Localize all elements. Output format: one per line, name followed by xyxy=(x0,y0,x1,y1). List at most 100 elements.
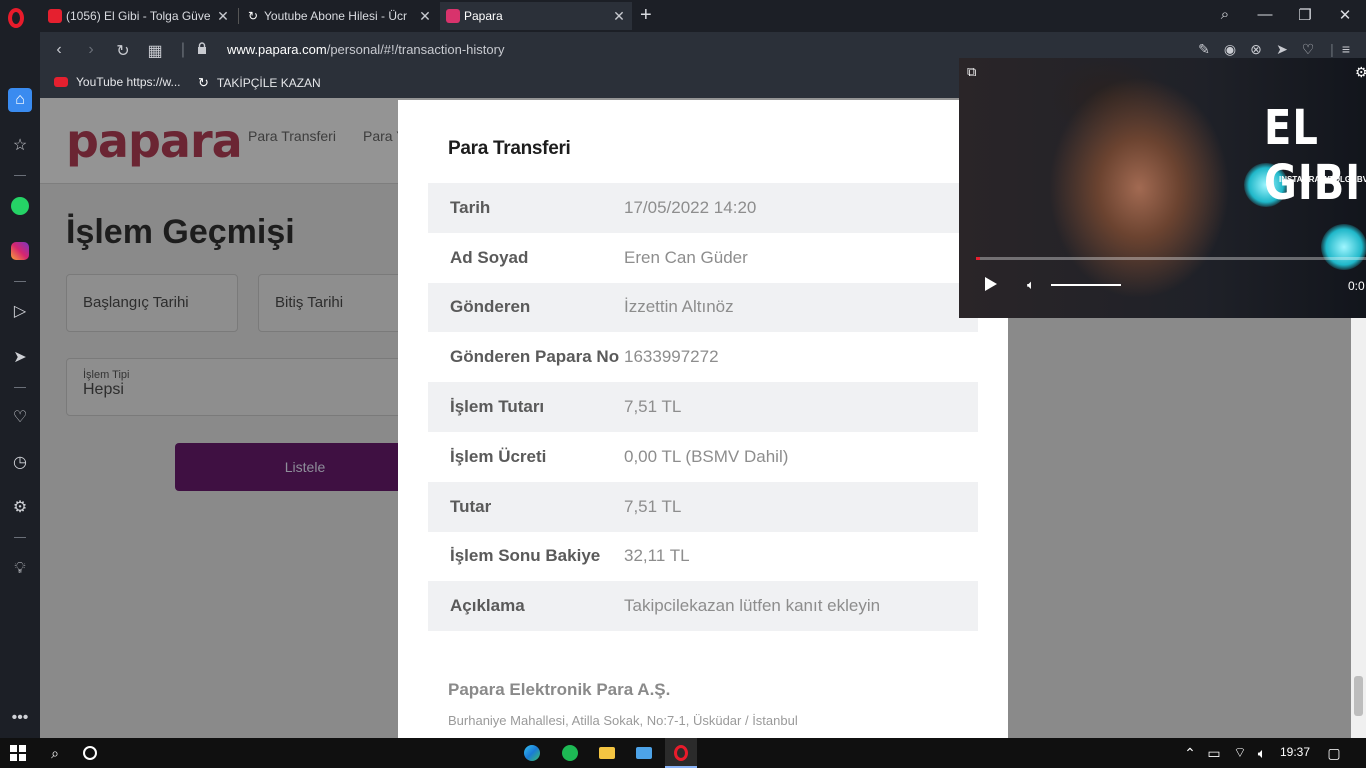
search-tabs-icon[interactable]: ⌕ xyxy=(1215,6,1235,23)
sidebar-divider xyxy=(14,175,26,176)
tab-label: Youtube Abone Hilesi - Ücr xyxy=(264,9,407,23)
battery-icon[interactable]: ▭ xyxy=(1204,743,1224,763)
row-label: Ad Soyad xyxy=(450,247,529,267)
forward-icon[interactable]: › xyxy=(82,41,100,59)
heart-icon[interactable]: ♡ xyxy=(8,405,32,429)
row-label: Gönderen Papara No xyxy=(450,347,620,367)
reload-icon[interactable]: ↻ xyxy=(114,41,132,61)
table-row: Ad Soyad Eren Can Güder xyxy=(428,233,978,283)
bookmark-youtube[interactable]: YouTube https://w... xyxy=(54,75,181,89)
bookmark-label: TAKİPÇİLE KAZAN xyxy=(216,76,321,90)
chevron-up-icon[interactable]: ⌃ xyxy=(1180,743,1200,763)
row-label: Gönderen xyxy=(450,297,531,317)
row-value: 7,51 TL xyxy=(624,496,682,516)
row-value: 7,51 TL xyxy=(624,397,682,417)
instagram-icon[interactable] xyxy=(8,239,32,263)
edge-icon[interactable] xyxy=(522,743,542,763)
wifi-icon[interactable]: ⌔ xyxy=(1230,743,1250,763)
papara-icon xyxy=(446,9,460,23)
cortana-icon[interactable] xyxy=(80,743,100,763)
listele-button[interactable]: Listele xyxy=(175,443,435,491)
close-tab-icon[interactable]: ✕ xyxy=(418,8,432,25)
end-date-placeholder: Bitiş Tarihi xyxy=(275,294,344,311)
easy-setup-icon[interactable]: ≡ xyxy=(1337,41,1355,57)
video-progress-fill xyxy=(976,257,980,260)
search-icon[interactable]: ⌕ xyxy=(45,743,65,763)
youtube-icon xyxy=(48,9,62,23)
windows-start-icon[interactable] xyxy=(8,743,28,763)
end-date-input[interactable]: Bitiş Tarihi xyxy=(258,274,418,332)
new-tab-button[interactable]: + xyxy=(640,4,652,27)
edit-icon[interactable]: ✎ xyxy=(1195,41,1213,58)
close-tab-icon[interactable]: ✕ xyxy=(216,8,230,25)
mail-icon[interactable] xyxy=(634,743,654,763)
scrollbar-thumb[interactable] xyxy=(1354,676,1363,716)
speaker-icon[interactable]: 🔈︎ xyxy=(1252,743,1272,763)
video-time: 0:0 xyxy=(1348,279,1365,293)
back-icon[interactable]: ‹ xyxy=(50,41,68,59)
heart-icon[interactable]: ♡ xyxy=(1299,41,1317,58)
camera-icon[interactable]: ◉ xyxy=(1221,41,1239,58)
send-icon[interactable]: ➤ xyxy=(8,345,32,369)
address-field[interactable]: www.papara.com/personal/#!/transaction-h… xyxy=(227,42,504,57)
volume-icon[interactable]: 🔈︎ xyxy=(1027,277,1035,293)
tab-abone-hilesi[interactable]: ↻ Youtube Abone Hilesi - Ücr ✕ xyxy=(240,2,438,30)
tab-el-gibi[interactable]: (1056) El Gibi - Tolga Güven ✕ xyxy=(42,2,236,30)
toolbar-divider: | xyxy=(180,41,186,58)
table-row: İşlem Ücreti 0,00 TL (BSMV Dahil) xyxy=(428,432,978,482)
youtube-icon xyxy=(54,77,68,87)
transaction-type-label: İşlem Tipi xyxy=(83,369,130,381)
opera-logo-icon[interactable] xyxy=(8,8,24,28)
close-tab-icon[interactable]: ✕ xyxy=(612,8,626,25)
tab-papara[interactable]: Papara ✕ xyxy=(440,2,632,30)
start-date-input[interactable]: Başlangıç Tarihi xyxy=(66,274,238,332)
notifications-icon[interactable]: ▢ xyxy=(1324,743,1344,763)
refresh-icon: ↻ xyxy=(198,75,209,90)
speed-dial-icon[interactable]: ▦ xyxy=(146,41,164,61)
row-label: Tutar xyxy=(450,496,492,516)
settings-gear-icon[interactable]: ⚙ xyxy=(8,495,32,519)
spotify-icon[interactable] xyxy=(560,743,580,763)
minimize-button[interactable]: — xyxy=(1255,6,1275,23)
transaction-type-select[interactable]: İşlem Tipi Hepsi xyxy=(66,358,418,416)
star-icon[interactable]: ☆ xyxy=(8,133,32,157)
whatsapp-icon[interactable] xyxy=(8,194,32,218)
table-row: İşlem Tutarı 7,51 TL xyxy=(428,382,978,432)
refresh-icon: ↻ xyxy=(247,9,259,23)
papara-logo[interactable]: papara xyxy=(66,114,243,168)
history-icon[interactable]: ◷ xyxy=(8,450,32,474)
clock[interactable]: 19:37 xyxy=(1280,745,1310,759)
restore-button[interactable]: ❐ xyxy=(1295,6,1315,24)
row-label: İşlem Ücreti xyxy=(450,446,547,466)
video-popout[interactable]: EL GIBI INSTAGRAM/TOLGABVNCTR ⧉ ⚙ 🔈︎ 0:0 xyxy=(959,58,1366,318)
bookmark-takipcile-kazan[interactable]: ↻ TAKİPÇİLE KAZAN xyxy=(198,75,321,91)
lightbulb-icon[interactable]: 💡︎ xyxy=(8,557,32,581)
sidebar-divider xyxy=(14,387,26,388)
row-value: 32,11 TL xyxy=(624,546,690,566)
player-icon[interactable]: ▷ xyxy=(8,299,32,323)
table-row: Açıklama Takipcilekazan lütfen kanıt ekle… xyxy=(428,581,978,632)
video-progress-bar[interactable] xyxy=(976,257,1366,260)
more-icon[interactable]: ••• xyxy=(8,706,32,730)
windows-taskbar: ⌕ ⌃ ▭ ⌔ 🔈︎ 19:37 ▢ xyxy=(0,738,1366,768)
start-date-placeholder: Başlangıç Tarihi xyxy=(83,294,189,311)
nav-para-transferi[interactable]: Para Transferi xyxy=(248,128,336,144)
gear-icon[interactable]: ⚙ xyxy=(1355,64,1366,81)
table-row: Tarih 17/05/2022 14:20 xyxy=(428,183,978,233)
popout-icon[interactable]: ⧉ xyxy=(967,64,976,80)
opera-taskbar-icon[interactable] xyxy=(671,743,691,763)
home-icon[interactable]: ⌂ xyxy=(8,88,32,112)
row-label: İşlem Sonu Bakiye xyxy=(450,546,601,566)
row-value: 0,00 TL (BSMV Dahil) xyxy=(624,446,789,466)
row-label: Tarih xyxy=(450,197,491,217)
lock-icon[interactable] xyxy=(197,42,207,54)
send-icon[interactable]: ➤ xyxy=(1273,41,1291,58)
volume-slider[interactable] xyxy=(1051,284,1121,286)
adblock-icon[interactable]: ⊗ xyxy=(1247,41,1265,58)
bookmark-label: YouTube https://w... xyxy=(76,75,181,89)
table-row: İşlem Sonu Bakiye 32,11 TL xyxy=(428,532,978,582)
row-label: İşlem Tutarı xyxy=(450,397,545,417)
close-window-button[interactable]: ✕ xyxy=(1335,6,1355,24)
file-explorer-icon[interactable] xyxy=(597,743,617,763)
play-icon[interactable] xyxy=(985,277,997,291)
